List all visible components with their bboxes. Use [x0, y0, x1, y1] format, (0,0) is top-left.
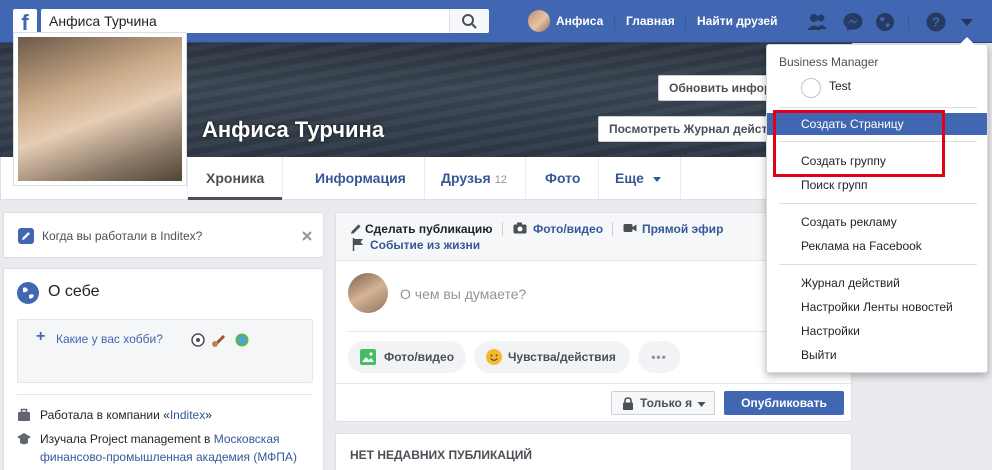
- dropdown-caret: [959, 37, 975, 45]
- active-tab-indicator: [188, 197, 283, 200]
- avatar: [528, 10, 550, 32]
- hint-text: Когда вы работали в Inditex?: [42, 229, 203, 243]
- nav-divider: [908, 14, 909, 30]
- dropdown-item-find-groups[interactable]: Поиск групп: [767, 174, 987, 196]
- more-options-button[interactable]: •••: [638, 341, 680, 373]
- work-company-link[interactable]: Inditex: [170, 408, 205, 422]
- privacy-label: Только я: [640, 396, 693, 410]
- search-button[interactable]: [449, 9, 489, 33]
- profile-name[interactable]: Анфиса Турчина: [202, 117, 384, 143]
- tab-life-event[interactable]: Событие из жизни: [370, 238, 480, 252]
- recent-posts-title: НЕТ НЕДАВНИХ ПУБЛИКАЦИЙ: [350, 448, 532, 462]
- globe-icon: [17, 282, 39, 304]
- graduation-cap-icon: [17, 433, 31, 445]
- tab-divider: [502, 222, 503, 236]
- nav-profile-link[interactable]: Анфиса: [528, 10, 603, 32]
- tab-label: Друзья: [441, 170, 491, 186]
- highlight-annotation-box: [773, 110, 945, 177]
- feelings-pill-button[interactable]: Чувства/действия: [474, 341, 630, 373]
- dropdown-divider: [779, 203, 977, 204]
- tab-friends[interactable]: Друзья 12: [423, 157, 526, 199]
- dropdown-divider: [779, 264, 977, 265]
- tab-label: Информация: [315, 170, 406, 186]
- dropdown-divider: [779, 107, 977, 108]
- tab-photo-video[interactable]: Фото/видео: [533, 222, 603, 236]
- update-info-button[interactable]: Обновить информацию: [658, 75, 772, 101]
- tab-label: Фото: [545, 170, 581, 186]
- photo-video-pill-button[interactable]: Фото/видео: [348, 341, 466, 373]
- education-info-row: Изучала Project management в Московская …: [40, 430, 312, 466]
- help-icon[interactable]: ?: [925, 11, 947, 33]
- dropdown-item-advertising[interactable]: Реклама на Facebook: [767, 235, 987, 257]
- tab-timeline[interactable]: Хроника: [187, 157, 284, 200]
- photo-icon: [360, 349, 376, 365]
- video-camera-icon: [623, 224, 637, 232]
- tab-photos[interactable]: Фото: [527, 157, 600, 199]
- activity-log-button[interactable]: Посмотреть Журнал действий: [598, 116, 772, 142]
- work-suffix: »: [205, 408, 212, 422]
- tab-divider: [612, 222, 613, 236]
- smiley-icon: [486, 349, 502, 365]
- search-input[interactable]: Анфиса Турчина: [41, 9, 449, 33]
- caret-down-icon: [652, 177, 661, 183]
- nav-profile-name: Анфиса: [556, 14, 604, 28]
- search-icon: [462, 14, 477, 29]
- camera-icon: [513, 222, 527, 234]
- dropdown-item-settings[interactable]: Настройки: [767, 320, 987, 342]
- messenger-icon[interactable]: [842, 11, 864, 33]
- dropdown-item-news-feed-settings[interactable]: Настройки Ленты новостей: [767, 296, 987, 318]
- svg-text:?: ?: [932, 15, 940, 30]
- composer-input[interactable]: О чем вы думаете?: [400, 286, 526, 302]
- nav-home-link[interactable]: Главная: [626, 14, 675, 28]
- work-prefix: Работала в компании «: [40, 408, 170, 422]
- pill-label: Фото/видео: [384, 350, 455, 364]
- account-dropdown-menu: Business Manager Test Создать Страницу С…: [766, 37, 988, 373]
- page-avatar: [801, 78, 821, 98]
- caret-down-icon: [697, 402, 706, 407]
- about-title: О себе: [48, 283, 100, 300]
- account-menu-chevron-down-icon[interactable]: [956, 11, 978, 33]
- tab-label: Еще: [615, 170, 644, 186]
- flag-icon: [352, 238, 363, 251]
- tab-create-post[interactable]: Сделать публикацию: [365, 222, 493, 236]
- hobby-emoji-icons: [191, 333, 249, 348]
- pencil-icon: [18, 228, 34, 244]
- recent-posts-card: НЕТ НЕДАВНИХ ПУБЛИКАЦИЙ: [335, 433, 852, 470]
- pencil-icon: [351, 224, 361, 234]
- tab-about[interactable]: Информация: [297, 157, 425, 199]
- friends-count: 12: [494, 174, 507, 186]
- lock-icon: [623, 397, 633, 410]
- tab-label: Хроника: [206, 170, 265, 186]
- tab-live-video[interactable]: Прямой эфир: [642, 222, 723, 236]
- dropdown-item-activity-log[interactable]: Журнал действий: [767, 272, 987, 294]
- hobby-prompt: Какие у вас хобби?: [56, 332, 163, 346]
- about-card: О себе + Какие у вас хобби? Работала в к…: [3, 268, 324, 470]
- friend-requests-icon[interactable]: [806, 11, 828, 33]
- pill-label: Чувства/действия: [508, 350, 616, 364]
- nav-divider: [614, 14, 615, 30]
- avatar: [348, 273, 388, 313]
- dropdown-item-test[interactable]: Test: [829, 79, 851, 93]
- work-hint-card[interactable]: Когда вы работали в Inditex?: [3, 212, 324, 258]
- privacy-selector[interactable]: Только я: [611, 391, 715, 415]
- briefcase-icon: [18, 408, 30, 421]
- plus-icon: +: [36, 328, 46, 345]
- tab-more[interactable]: Еще: [597, 157, 681, 199]
- work-info-row: Работала в компании «Inditex»: [40, 406, 310, 424]
- dropdown-item-create-ad[interactable]: Создать рекламу: [767, 211, 987, 233]
- nav-divider: [685, 14, 686, 30]
- dropdown-item-log-out[interactable]: Выйти: [767, 344, 987, 366]
- dropdown-section-header: Business Manager: [779, 55, 879, 69]
- about-divider: [17, 394, 313, 395]
- close-icon[interactable]: [301, 230, 313, 242]
- profile-photo: [18, 37, 182, 181]
- composer-footer: Только я Опубликовать: [336, 383, 851, 423]
- add-hobbies-box[interactable]: + Какие у вас хобби?: [17, 319, 313, 383]
- notifications-globe-icon[interactable]: [874, 11, 896, 33]
- publish-button[interactable]: Опубликовать: [724, 391, 844, 415]
- facebook-logo-icon[interactable]: f: [13, 9, 37, 33]
- study-prefix: Изучала Project management в: [40, 432, 214, 446]
- nav-find-friends-link[interactable]: Найти друзей: [697, 14, 777, 28]
- profile-picture[interactable]: [13, 32, 187, 186]
